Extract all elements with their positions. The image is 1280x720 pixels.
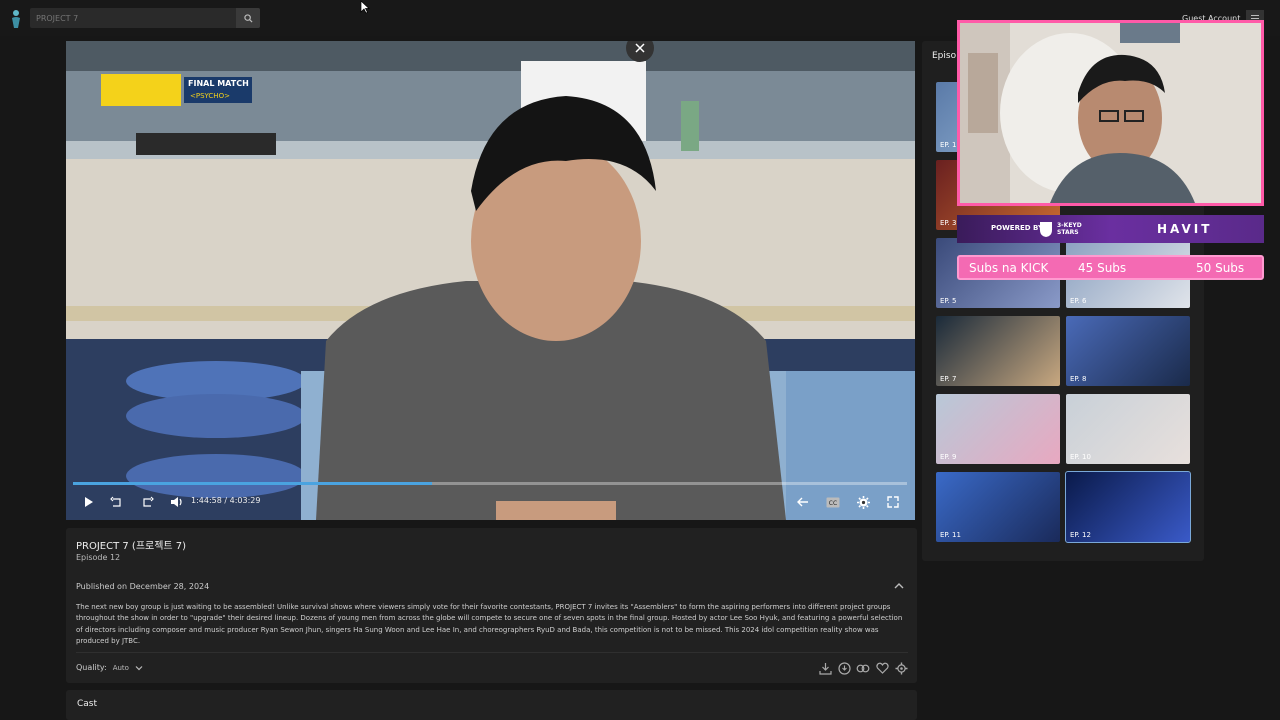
mouse-cursor-icon [360,0,370,14]
quality-selector[interactable]: Quality: Auto [76,663,143,672]
player-controls: 1:44:58 / 4:03:29 CC [66,480,915,520]
current-time: 1:44:58 [191,496,222,505]
episode-thumb-label: EP. 11 [940,531,961,539]
search-button[interactable] [236,8,260,28]
forward-button[interactable] [138,494,156,510]
time-display: 1:44:58 / 4:03:29 [191,496,260,505]
download-button[interactable] [817,660,833,676]
progress-fill [73,482,432,485]
show-title: PROJECT 7 (프로젝트 7) [76,541,187,552]
quality-value: Auto [112,663,129,672]
episode-thumb-10[interactable]: EP. 10 [1066,394,1190,464]
info-icon [837,661,851,675]
sponsor-logo-icon [1040,222,1052,237]
episode-thumb-label: EP. 6 [1070,297,1087,305]
progress-bar[interactable] [73,482,907,485]
episode-thumb-label: EP. 12 [1070,531,1091,539]
episode-thumb-label: EP. 8 [1070,375,1087,383]
episode-label: Episode 12 [76,553,121,562]
video-player[interactable]: FINAL MATCH <PSYCHO> 1:44:58 / 4:03:29 C… [66,41,915,520]
episode-thumb-label: EP. 7 [940,375,957,383]
link-icon [856,664,870,672]
episode-thumb-label: EP. 10 [1070,453,1091,461]
forward-10-icon [143,496,154,507]
site-logo-icon[interactable] [8,8,24,30]
sponsor-banner: POWERED BY 3-KEYD STARS HAVIT [957,215,1264,243]
gear-icon [895,662,907,674]
play-button[interactable] [81,494,97,510]
arrow-left-icon [797,497,808,507]
fullscreen-icon [887,496,899,508]
overlay-subtitle: <PSYCHO> [190,92,230,100]
info-button[interactable] [836,660,852,676]
subs-current: 45 Subs [1078,261,1127,275]
volume-button[interactable] [168,494,186,510]
episode-thumb-label: EP. 5 [940,297,957,305]
share-link-button[interactable] [855,660,871,676]
search-input[interactable] [30,8,236,28]
sponsor-3keyd: 3-KEYD STARS [1057,222,1082,236]
published-date: Published on December 28, 2024 [76,582,210,591]
search-bar [30,8,260,28]
webcam-overlay [957,20,1264,206]
episode-thumb-9[interactable]: EP. 9 [936,394,1060,464]
action-icons [817,660,909,676]
rewind-10-icon [110,496,121,507]
gear-icon [856,495,870,509]
chevron-up-icon[interactable] [893,581,905,591]
show-description: The next new boy group is just waiting t… [76,603,903,646]
play-icon [85,497,93,507]
video-frame [66,41,915,520]
options-button[interactable] [893,660,909,676]
chevron-down-icon [135,665,143,670]
cast-section[interactable]: Cast [66,690,917,720]
close-icon [635,43,645,53]
sponsor-3keyd-line1: 3-KEYD [1057,222,1082,229]
captions-button[interactable]: CC [824,494,842,510]
sponsor-3keyd-line2: STARS [1057,229,1079,236]
cast-heading: Cast [77,699,98,709]
powered-by-label: POWERED BY [991,224,1044,232]
rewind-button[interactable] [108,494,126,510]
episode-thumb-7[interactable]: EP. 7 [936,316,1060,386]
subs-goal: 50 Subs [1196,261,1245,275]
episode-thumb-label: EP. 3 [940,219,957,227]
time-separator: / [224,496,228,505]
svg-text:CC: CC [829,500,837,507]
duration: 4:03:29 [229,496,261,505]
captions-icon: CC [826,497,840,507]
fullscreen-button[interactable] [884,494,902,510]
episodes-heading: Episo [932,51,957,61]
quality-label: Quality: [76,663,107,672]
episode-thumb-label: EP. 9 [940,453,957,461]
subs-label: Subs na KICK [969,261,1049,275]
search-icon [243,13,253,23]
show-info-panel: PROJECT 7 (프로젝트 7) Episode 12 Published … [66,528,917,683]
episode-thumb-12[interactable]: EP. 12 [1065,471,1191,543]
back-button[interactable] [794,494,812,510]
episode-thumb-11[interactable]: EP. 11 [936,472,1060,542]
divider [76,652,908,653]
download-icon [818,662,832,675]
overlay-badge: FINAL MATCH [188,79,249,88]
episode-thumb-8[interactable]: EP. 8 [1066,316,1190,386]
favorite-button[interactable] [874,660,890,676]
subs-goal-bar: Subs na KICK 45 Subs 50 Subs [957,255,1264,280]
sponsor-havit: HAVIT [1157,222,1213,236]
settings-button[interactable] [854,494,872,510]
volume-icon [171,497,182,507]
heart-icon [875,662,889,674]
webcam-feed [960,23,1261,203]
episode-thumb-label: EP. 1 [940,141,957,149]
